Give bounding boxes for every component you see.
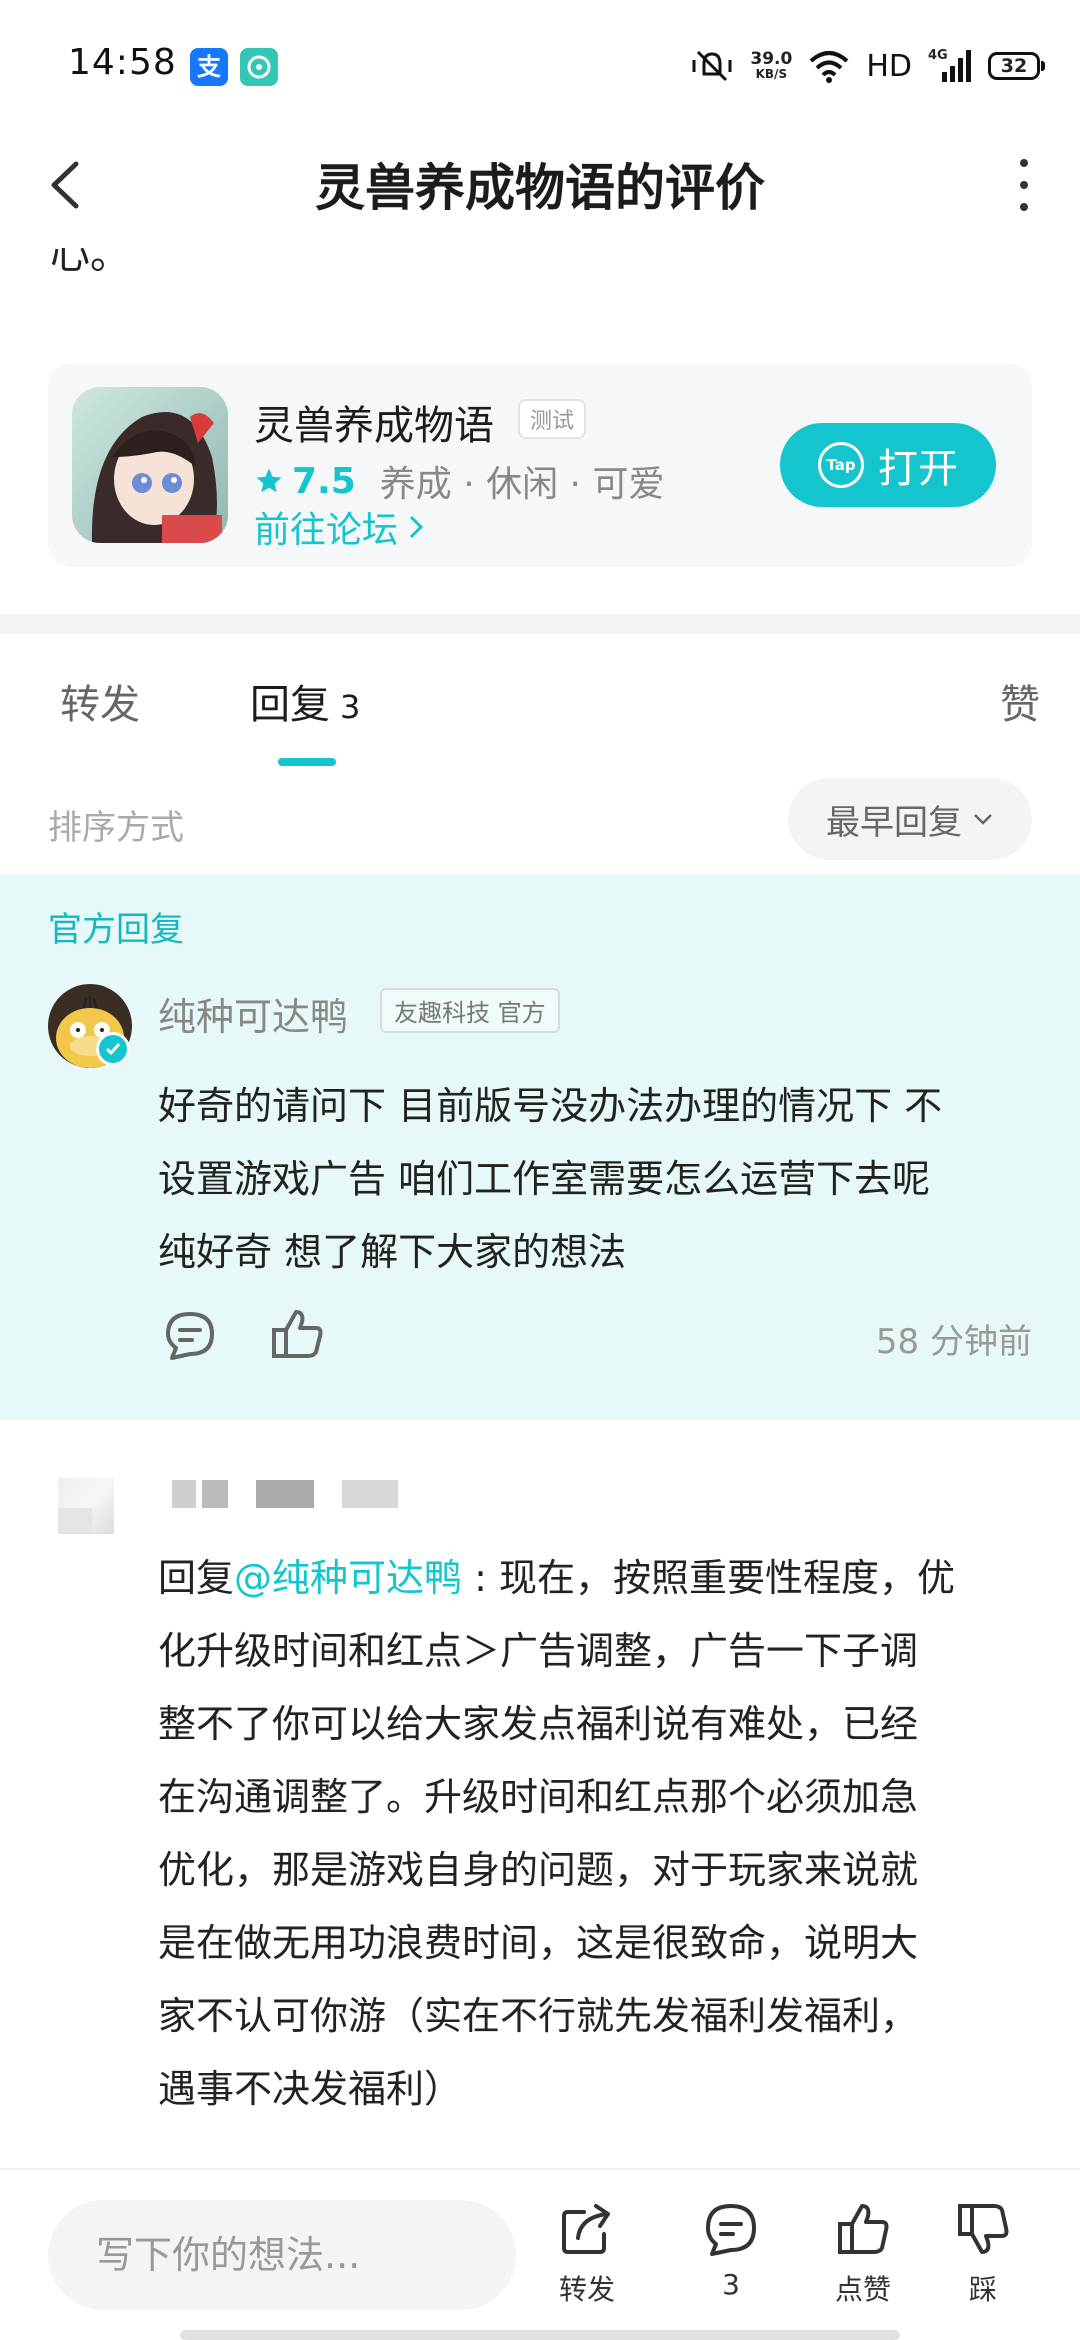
game-card[interactable]: 灵兽养成物语 测试 7.5 养成 · 休闲 · 可爱 前往论坛 Tap 打开 bbox=[48, 363, 1032, 567]
tab-bar: 转发 回复 3 赞 bbox=[0, 634, 1080, 774]
game-rating: 7.5 bbox=[292, 460, 356, 502]
tap-icon: Tap bbox=[818, 442, 864, 488]
reply-count: 3 bbox=[722, 2268, 740, 2301]
repost-label: 转发 bbox=[558, 2273, 615, 2306]
username[interactable]: 纯种可达鸭 bbox=[158, 986, 348, 1041]
more-icon[interactable] bbox=[1004, 152, 1044, 218]
status-indicators: 39.0 KB/S HD 4G 32 bbox=[690, 44, 1045, 88]
thumbs-up-icon bbox=[838, 2204, 889, 2254]
forum-link-label: 前往论坛 bbox=[254, 510, 399, 551]
open-button-label: 打开 bbox=[878, 446, 958, 492]
share-icon bbox=[562, 2204, 610, 2254]
tab-repost[interactable]: 转发 bbox=[60, 672, 140, 730]
blurred-username-part bbox=[202, 1480, 228, 1508]
thumbs-down-icon bbox=[958, 2204, 1009, 2254]
page-title: 灵兽养成物语的评价 bbox=[315, 159, 765, 217]
verified-icon bbox=[96, 1032, 130, 1066]
header: 灵兽养成物语的评价 bbox=[0, 130, 1080, 240]
like-label: 点赞 bbox=[834, 2273, 891, 2306]
chevron-right-icon bbox=[409, 515, 424, 539]
alipay-icon: 支 bbox=[190, 48, 228, 86]
reply-button[interactable]: 3 bbox=[686, 2200, 776, 2301]
official-reply-label: 官方回复 bbox=[48, 910, 184, 950]
open-game-button[interactable]: Tap 打开 bbox=[780, 423, 996, 507]
blurred-username-part bbox=[342, 1480, 398, 1508]
thumbs-up-icon[interactable] bbox=[268, 1304, 328, 1364]
sort-dropdown[interactable]: 最早回复 bbox=[788, 778, 1032, 860]
hd-indicator: HD bbox=[866, 48, 912, 84]
developer-tag: 友趣科技 官方 bbox=[380, 988, 560, 1033]
status-bar: 14:58 支 39.0 KB/S HD 4G 32 bbox=[0, 0, 1080, 130]
game-meta: 7.5 养成 · 休闲 · 可爱 bbox=[254, 455, 664, 507]
star-icon bbox=[256, 468, 282, 493]
bottom-bar: 写下你的想法... 转发 3 点赞 踩 bbox=[0, 2168, 1080, 2340]
forum-link[interactable]: 前往论坛 bbox=[254, 501, 426, 553]
game-icon bbox=[72, 387, 228, 543]
home-indicator bbox=[180, 2330, 900, 2340]
sort-label: 排序方式 bbox=[48, 808, 184, 848]
blurred-username-part bbox=[256, 1480, 314, 1508]
truncated-review-text: 心。 bbox=[50, 248, 130, 278]
official-reply: 官方回复 纯种可达鸭 友趣科技 官方 好奇的请问下 目前版号没办法办理的情况下 … bbox=[0, 874, 1080, 1420]
reply-time: 58 分钟前 bbox=[875, 1322, 1032, 1362]
blurred-username bbox=[172, 1480, 196, 1508]
dislike-label: 踩 bbox=[968, 2273, 997, 2306]
comment-icon bbox=[706, 2204, 756, 2256]
reply-body: 好奇的请问下 目前版号没办法办理的情况下 不 设置游戏广告 咱们工作室需要怎么运… bbox=[158, 1084, 943, 1274]
comment-body: 回复@纯种可达鸭 : 现在，按照重要性程度，优 化升级时间和红点＞广告调整，广告… bbox=[158, 1556, 955, 2111]
game-test-tag: 测试 bbox=[518, 399, 587, 439]
mute-bell-icon bbox=[692, 50, 732, 82]
dislike-button[interactable]: 踩 bbox=[938, 2200, 1028, 2308]
chat-app-icon bbox=[240, 48, 278, 86]
repost-button[interactable]: 转发 bbox=[542, 2200, 632, 2308]
comment-input[interactable]: 写下你的想法... bbox=[48, 2200, 516, 2310]
signal-icon: 4G bbox=[928, 48, 972, 84]
game-name: 灵兽养成物语 bbox=[254, 403, 494, 449]
status-time: 14:58 bbox=[68, 42, 177, 83]
battery-indicator: 32 bbox=[988, 52, 1045, 80]
tab-replies[interactable]: 回复 3 bbox=[250, 672, 360, 730]
active-tab-indicator bbox=[278, 758, 336, 766]
chevron-down-icon bbox=[974, 814, 992, 825]
section-divider bbox=[0, 614, 1080, 634]
wifi-icon bbox=[810, 51, 849, 83]
game-genres: 养成 · 休闲 · 可爱 bbox=[379, 464, 665, 505]
comment-icon[interactable] bbox=[160, 1306, 220, 1366]
avatar[interactable] bbox=[58, 1478, 114, 1534]
sort-value: 最早回复 bbox=[826, 802, 962, 843]
mention-link[interactable]: @纯种可达鸭 bbox=[234, 1556, 462, 1600]
network-speed: 39.0 KB/S bbox=[750, 49, 793, 81]
like-button[interactable]: 点赞 bbox=[818, 2200, 908, 2308]
tab-likes[interactable]: 赞 bbox=[1000, 672, 1040, 730]
